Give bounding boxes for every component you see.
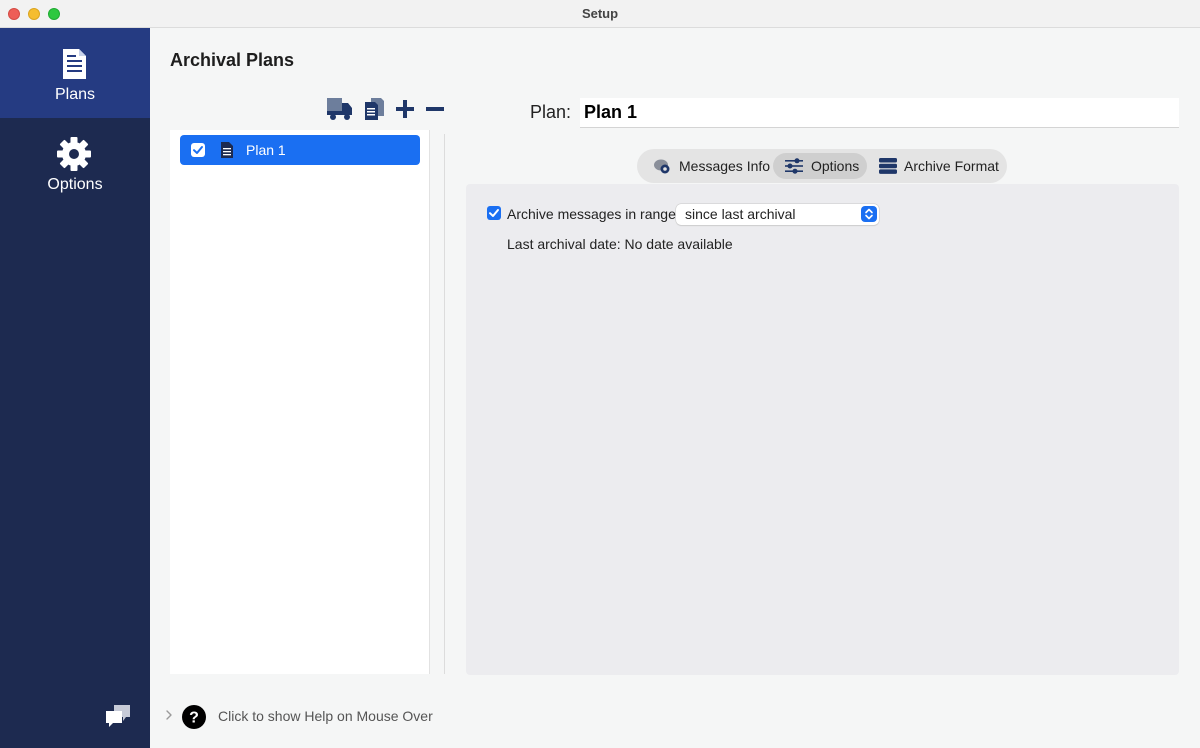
checkmark-icon <box>193 146 203 154</box>
truck-icon[interactable] <box>326 96 354 122</box>
tab-bar: Messages Info Options Archive Format <box>637 149 1007 183</box>
list-item[interactable]: Plan 1 <box>180 135 420 165</box>
sidebar-item-options[interactable]: Options <box>0 118 150 208</box>
tab-label: Archive Format <box>904 158 999 174</box>
plan-enabled-checkbox[interactable] <box>191 143 205 157</box>
document-icon <box>63 49 86 79</box>
select-value: since last archival <box>685 206 796 222</box>
list-item-label: Plan 1 <box>246 142 286 158</box>
tab-options[interactable]: Options <box>773 153 867 179</box>
sidebar-item-plans[interactable]: Plans <box>0 28 150 118</box>
document-icon <box>221 142 233 158</box>
sidebar-item-label: Plans <box>54 86 96 103</box>
tab-label: Options <box>811 158 860 174</box>
remove-icon[interactable] <box>425 96 445 122</box>
sliders-icon <box>785 158 803 174</box>
panel-divider <box>444 134 445 674</box>
last-archival-date: Last archival date: No date available <box>507 236 733 252</box>
database-icon <box>879 158 897 174</box>
plans-list: Plan 1 <box>170 130 430 674</box>
help-toggle-label[interactable]: Click to show Help on Mouse Over <box>218 708 433 724</box>
plan-name-label: Plan: <box>530 102 572 122</box>
sidebar: Plans Options <box>0 28 150 748</box>
options-panel <box>466 184 1179 675</box>
gear-icon <box>57 137 91 171</box>
archive-range-label: Archive messages in range: <box>507 206 680 222</box>
tab-archive-format[interactable]: Archive Format <box>873 153 1001 179</box>
archive-range-select[interactable]: since last archival <box>676 204 879 225</box>
add-icon[interactable] <box>395 96 415 122</box>
help-icon[interactable]: ? <box>182 705 206 729</box>
chat-bubbles-icon[interactable] <box>104 702 132 730</box>
checkmark-icon <box>489 209 499 217</box>
window-title: Setup <box>581 6 619 21</box>
plan-name-input[interactable] <box>580 98 1179 128</box>
archive-range-checkbox[interactable] <box>487 206 501 220</box>
page-title: Archival Plans <box>170 50 295 70</box>
chevron-right-icon[interactable] <box>164 708 174 722</box>
messages-info-icon <box>654 159 670 174</box>
title-bar: Setup <box>0 0 1200 28</box>
chevron-up-down-icon <box>861 206 877 222</box>
sidebar-item-label: Options <box>47 176 103 193</box>
svg-text:?: ? <box>189 710 199 727</box>
duplicate-icon[interactable] <box>363 96 385 122</box>
tab-messages-info[interactable]: Messages Info <box>649 153 773 179</box>
tab-label: Messages Info <box>679 158 771 174</box>
